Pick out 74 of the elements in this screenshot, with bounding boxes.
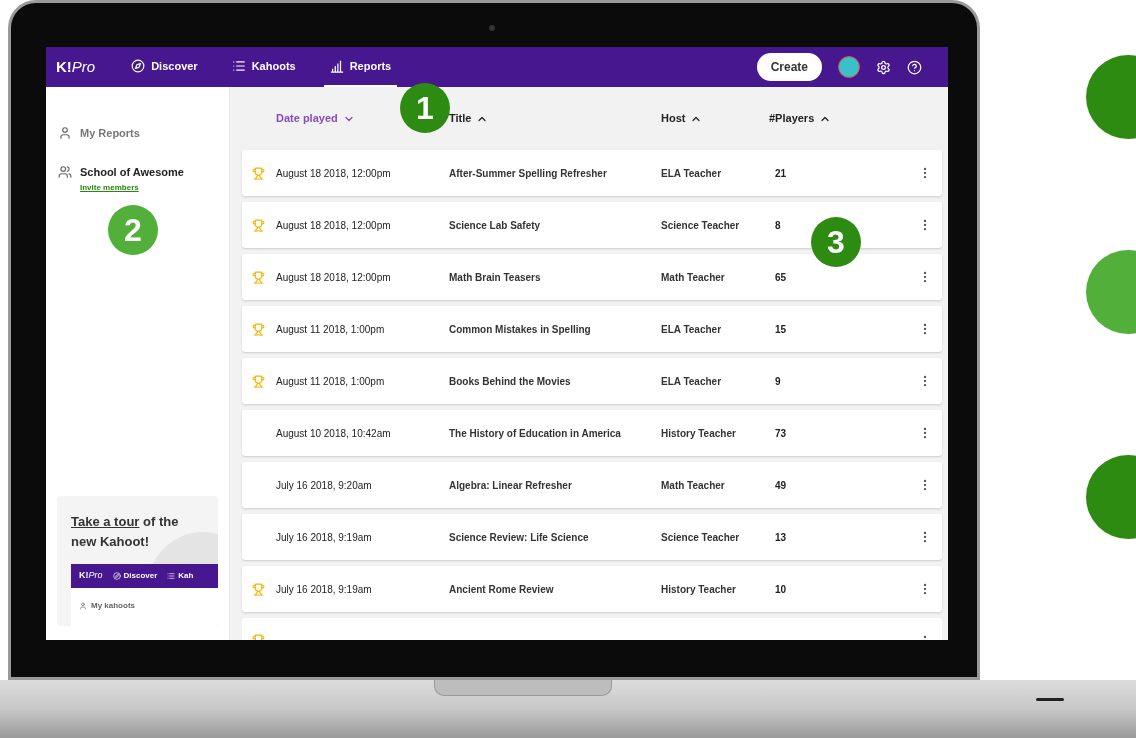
title-cell-text: Science Review: Life Science xyxy=(449,530,590,545)
camera-icon xyxy=(489,25,495,31)
date-cell-text: August 11 2018, 1:00pm xyxy=(276,322,386,337)
date-cell-text: July 16 2018, 9:19am xyxy=(276,582,373,597)
sidebar-item[interactable]: School of Awesome xyxy=(80,163,184,180)
title-cell-text: Ancient Rome Review xyxy=(449,582,555,597)
report-row[interactable]: August 18 2018, 12:00pm Math Brain Teasers Math Teacher 65 xyxy=(242,254,942,300)
players-cell-text: 65 xyxy=(775,270,788,285)
compass-icon xyxy=(112,572,121,580)
kahoot-pro-logo: K!Pro xyxy=(79,569,103,583)
host-cell-text: ELA Teacher xyxy=(661,322,723,337)
preview-menu-label: My kahoots xyxy=(91,600,135,612)
invite-members-link[interactable]: Invite members xyxy=(80,182,184,194)
person-icon xyxy=(79,602,87,610)
column-header[interactable]: Date played xyxy=(276,110,355,127)
host-cell-text: Science Teacher xyxy=(661,218,741,233)
nav-tab[interactable]: Discover xyxy=(125,47,204,87)
date-cell-text: August 18 2018, 12:00pm xyxy=(276,166,392,181)
avatar[interactable] xyxy=(838,56,860,78)
title-cell-text: The History of Education in America xyxy=(449,426,622,441)
title-cell-text: Math Brain Teasers xyxy=(449,270,542,285)
date-cell-text: August 18 2018, 12:00pm xyxy=(276,270,392,285)
preview-nav-label: Discover xyxy=(123,570,158,582)
tour-text: Take a tour of the new Kahoot! xyxy=(71,513,180,551)
sidebar-item[interactable]: My Reports xyxy=(80,125,140,142)
compass-icon xyxy=(131,59,146,73)
person-icon xyxy=(58,126,72,140)
column-header[interactable]: Host xyxy=(661,110,703,127)
title-cell-text: After-Summer Spelling Refresher xyxy=(449,166,608,181)
report-row[interactable]: August 10 2018, 10:42am The History of Education in America History Teacher 73 xyxy=(242,410,942,456)
nav-tab[interactable]: Kahoots xyxy=(225,47,302,87)
bar-chart-icon xyxy=(329,59,344,73)
host-cell-text: Science Teacher xyxy=(661,530,741,545)
take-a-tour-link[interactable]: Take a tour xyxy=(71,514,140,529)
title-cell-text: Books Behind the Movies xyxy=(449,374,572,389)
players-cell-text: 10 xyxy=(775,582,788,597)
kahoot-pro-logo: K!Pro xyxy=(56,56,96,77)
report-row[interactable]: August 18 2018, 12:00pm After-Summer Spelling Refresher ELA Teacher 21 xyxy=(242,150,942,196)
list-icon xyxy=(167,572,176,580)
players-cell-text: 73 xyxy=(775,426,788,441)
preview-nav-label: Kah xyxy=(178,570,194,582)
title-cell-text: Algebra: Linear Refresher xyxy=(449,478,573,493)
host-cell-text: ELA Teacher xyxy=(661,166,723,181)
column-header[interactable]: Title xyxy=(449,110,489,127)
date-cell-text: July 16 2018, 9:20am xyxy=(276,478,373,493)
column-header[interactable]: #Players xyxy=(769,110,832,127)
title-cell-text: Science Lab Safety xyxy=(449,218,542,233)
date-cell-text: August 18 2018, 12:00pm xyxy=(276,218,392,233)
date-cell-text: August 10 2018, 10:42am xyxy=(276,426,392,441)
players-cell-text: 21 xyxy=(775,166,788,181)
settings-icon[interactable] xyxy=(876,59,891,75)
host-cell-text: ELA Teacher xyxy=(661,374,723,389)
report-row[interactable]: August 11 2018, 1:00pm Books Behind the Movies ELA Teacher 9 xyxy=(242,358,942,404)
host-cell-text: Math Teacher xyxy=(661,270,726,285)
players-cell-text: 13 xyxy=(775,530,788,545)
players-cell-text: 49 xyxy=(775,478,788,493)
host-cell-text: History Teacher xyxy=(661,426,737,441)
date-cell-text: July 16 2018, 9:19am xyxy=(276,530,373,545)
group-icon xyxy=(58,164,72,179)
date-cell-text: August 11 2018, 1:00pm xyxy=(276,374,386,389)
report-row[interactable]: July 16 2018, 9:19am Ancient Rome Review History Teacher 10 xyxy=(242,566,942,612)
players-cell-text: 8 xyxy=(775,218,782,233)
players-cell-text: 15 xyxy=(775,322,788,337)
report-row[interactable]: August 11 2018, 1:00pm Common Mistakes in Spelling ELA Teacher 15 xyxy=(242,306,942,352)
report-row[interactable]: July 16 2018, 9:20am Algebra: Linear Refresher Math Teacher 49 xyxy=(242,462,942,508)
report-row[interactable]: July 16 2018, 9:19am Science Review: Life Science Science Teacher 13 xyxy=(242,514,942,560)
title-cell-text: Common Mistakes in Spelling xyxy=(449,322,592,337)
players-cell-text: 9 xyxy=(775,374,782,389)
create-button[interactable]: Create xyxy=(756,53,822,81)
laptop-foot xyxy=(1036,698,1064,701)
help-icon[interactable] xyxy=(907,59,922,75)
host-cell-text: History Teacher xyxy=(661,582,737,597)
host-cell-text: Math Teacher xyxy=(661,478,726,493)
list-icon xyxy=(231,59,246,73)
